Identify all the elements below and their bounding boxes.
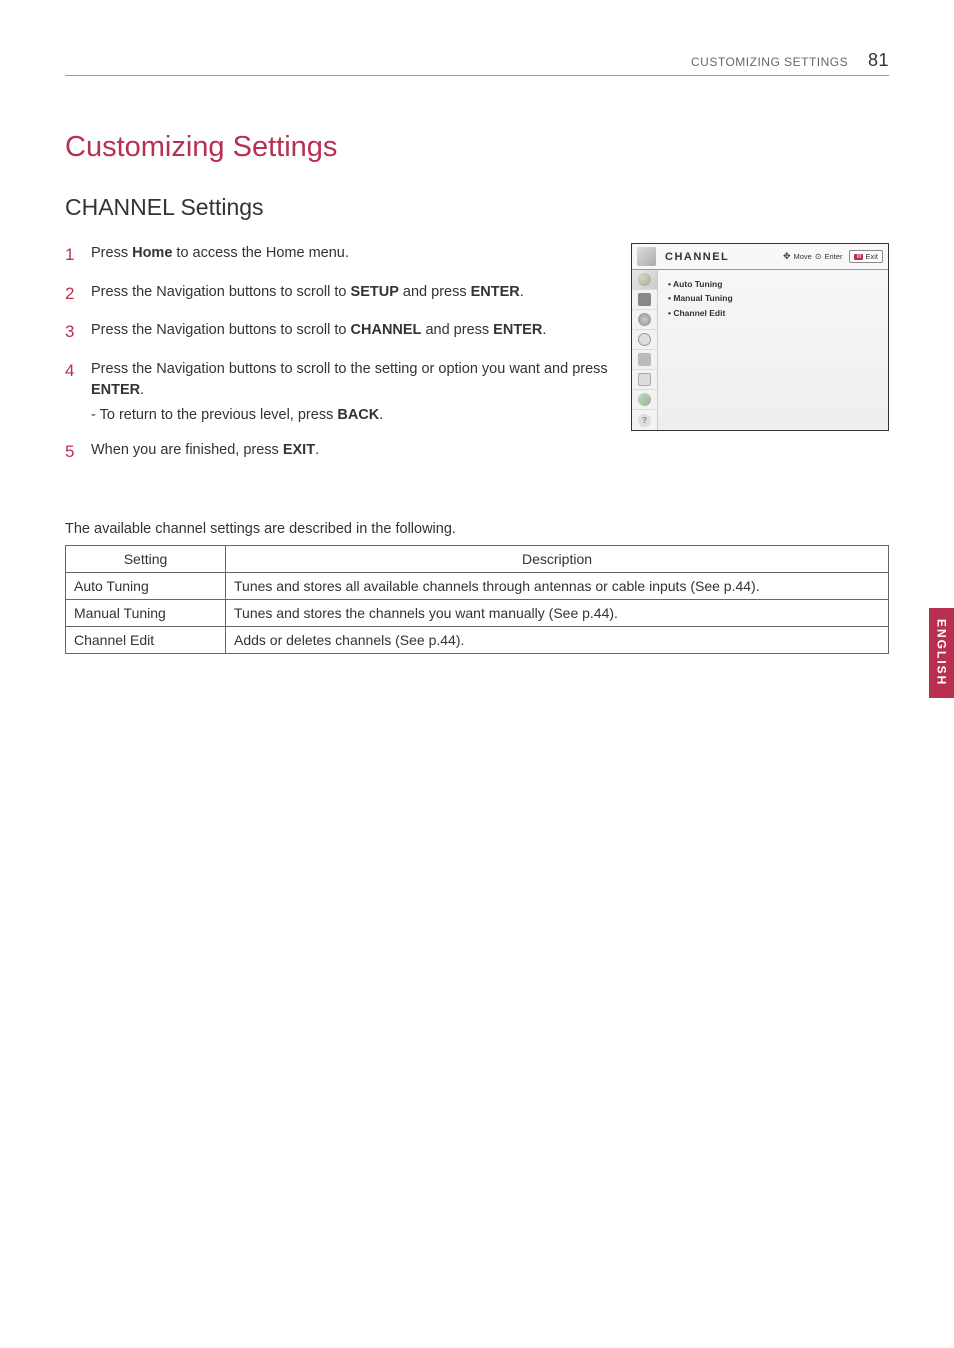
osd-header: CHANNEL ✥ Move ⊙ Enter III Exit	[632, 244, 888, 270]
enter-icon: ⊙	[815, 252, 822, 261]
step-2: 2 Press the Navigation buttons to scroll…	[65, 282, 613, 307]
step-body: Press Home to access the Home menu.	[91, 243, 613, 268]
exit-label: Exit	[865, 252, 878, 261]
calendar-icon	[638, 373, 651, 386]
osd-tab-time	[632, 330, 657, 350]
osd-tab-support: ?	[632, 410, 657, 430]
clock-icon	[638, 333, 651, 346]
osd-tab-option	[632, 370, 657, 390]
osd-item: Manual Tuning	[668, 291, 733, 305]
section-title: CHANNEL Settings	[65, 194, 889, 221]
question-icon: ?	[638, 414, 651, 427]
setting-name: Channel Edit	[66, 626, 226, 653]
globe-icon	[638, 393, 651, 406]
step-body: When you are finished, press EXIT.	[91, 440, 613, 465]
step-number: 1	[65, 243, 91, 268]
enter-label: Enter	[825, 252, 843, 261]
osd-tab-audio	[632, 310, 657, 330]
step-number: 5	[65, 440, 91, 465]
settings-table: Setting Description Auto Tuning Tunes an…	[65, 545, 889, 654]
step-body: Press the Navigation buttons to scroll t…	[91, 282, 613, 307]
exit-button: III Exit	[849, 250, 883, 263]
osd-tab-network	[632, 390, 657, 410]
step-5: 5 When you are finished, press EXIT.	[65, 440, 613, 465]
table-row: Channel Edit Adds or deletes channels (S…	[66, 626, 889, 653]
step-3: 3 Press the Navigation buttons to scroll…	[65, 320, 613, 345]
dish-icon	[638, 273, 651, 286]
step-number: 2	[65, 282, 91, 307]
step-body: Press the Navigation buttons to scroll t…	[91, 320, 613, 345]
move-icon: ✥	[783, 251, 791, 262]
page-header: CUSTOMIZING SETTINGS 81	[65, 50, 889, 76]
page-number: 81	[868, 50, 889, 70]
setting-desc: Tunes and stores the channels you want m…	[226, 599, 889, 626]
col-setting: Setting	[66, 545, 226, 572]
osd-hints: ✥ Move ⊙ Enter III Exit	[783, 250, 883, 263]
gear-icon	[638, 313, 651, 326]
dish-header-icon	[637, 247, 656, 266]
setting-desc: Tunes and stores all available channels …	[226, 572, 889, 599]
setting-name: Auto Tuning	[66, 572, 226, 599]
osd-tab-strip: ?	[632, 270, 658, 430]
setting-desc: Adds or deletes channels (See p.44).	[226, 626, 889, 653]
exit-badge-icon: III	[854, 254, 863, 260]
osd-item: Auto Tuning	[668, 277, 733, 291]
breadcrumb: CUSTOMIZING SETTINGS	[691, 55, 848, 69]
table-row: Auto Tuning Tunes and stores all availab…	[66, 572, 889, 599]
step-number: 3	[65, 320, 91, 345]
osd-title: CHANNEL	[665, 251, 783, 263]
step-1: 1 Press Home to access the Home menu.	[65, 243, 613, 268]
osd-tab-picture	[632, 290, 657, 310]
setting-name: Manual Tuning	[66, 599, 226, 626]
osd-item: Channel Edit	[668, 306, 733, 320]
osd-tab-lock	[632, 350, 657, 370]
move-label: Move	[793, 252, 811, 261]
screen-icon	[638, 293, 651, 306]
step-number: 4	[65, 359, 91, 426]
steps-list: 1 Press Home to access the Home menu. 2 …	[65, 243, 613, 479]
lock-icon	[638, 353, 651, 366]
table-intro: The available channel settings are descr…	[65, 521, 889, 537]
osd-preview: CHANNEL ✥ Move ⊙ Enter III Exit	[631, 243, 889, 431]
main-title: Customizing Settings	[65, 131, 889, 164]
table-row: Manual Tuning Tunes and stores the chann…	[66, 599, 889, 626]
step-4: 4 Press the Navigation buttons to scroll…	[65, 359, 613, 426]
col-description: Description	[226, 545, 889, 572]
language-tab: ENGLISH	[929, 608, 954, 698]
step-subline: - To return to the previous level, press…	[91, 405, 613, 426]
step-body: Press the Navigation buttons to scroll t…	[91, 359, 613, 426]
osd-tab-channel	[632, 270, 657, 290]
osd-item-list: Auto Tuning Manual Tuning Channel Edit	[658, 270, 743, 430]
